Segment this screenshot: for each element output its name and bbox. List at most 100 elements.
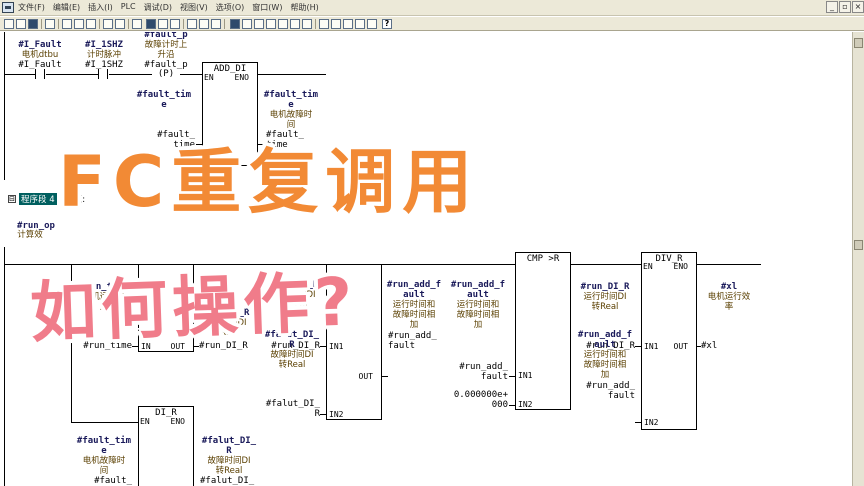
- param-comment: 故障时间相: [583, 360, 627, 370]
- menu-bar: 文件(F) 编辑(E) 插入(I) PLC 调试(D) 视图(V) 选项(O) …: [0, 0, 864, 16]
- coil-icon[interactable]: [290, 19, 300, 29]
- open-file-icon[interactable]: [16, 19, 26, 29]
- add-r-block[interactable]: IN1 OUT IN2: [326, 264, 382, 420]
- print-icon[interactable]: [45, 19, 55, 29]
- paste-icon[interactable]: [86, 19, 96, 29]
- rung-wire: [5, 74, 35, 75]
- rung-wire: [109, 74, 152, 75]
- zoom-in-icon[interactable]: [319, 19, 329, 29]
- param-comment: 转Real: [280, 300, 308, 310]
- box-icon[interactable]: [302, 19, 312, 29]
- scrollbar-thumb[interactable]: [854, 240, 863, 250]
- eno-pin: ENO: [170, 417, 185, 426]
- ladder-editor[interactable]: #I_Fault 电机dtbu #I_Fault #I_1SHZ 计时脉冲 #I…: [0, 32, 852, 486]
- param-comment: 间: [286, 120, 296, 130]
- undo-icon[interactable]: [103, 19, 113, 29]
- menu-plc[interactable]: PLC: [121, 2, 136, 13]
- param-address: fault: [607, 391, 635, 401]
- menu-help[interactable]: 帮助(H): [290, 2, 318, 13]
- menu-insert[interactable]: 插入(I): [88, 2, 113, 13]
- overview-icon[interactable]: [343, 19, 353, 29]
- toolbar-separator: [58, 19, 59, 29]
- app-icon[interactable]: [2, 2, 14, 13]
- param-comment: 运行时间和: [583, 350, 627, 360]
- toolbar-separator: [41, 19, 42, 29]
- di-r-block[interactable]: DI_R EN ENO: [138, 406, 194, 486]
- menu-window[interactable]: 窗口(W): [252, 2, 282, 13]
- contact-nc-icon[interactable]: [278, 19, 288, 29]
- div-r-block[interactable]: DIV_R EN ENO IN1 OUT IN2: [641, 252, 697, 430]
- scrollbar-thumb[interactable]: [854, 38, 863, 48]
- toolbar: ?: [0, 17, 864, 31]
- p-edge-coil[interactable]: (P): [158, 69, 174, 79]
- no-contact[interactable]: [35, 69, 45, 79]
- branch-wire: [71, 422, 139, 423]
- pin-wire: [320, 414, 326, 415]
- param-var: #fault_tim: [76, 436, 132, 446]
- menu-view[interactable]: 视图(V): [180, 2, 208, 13]
- menu-edit[interactable]: 编辑(E): [53, 2, 80, 13]
- download-icon[interactable]: [132, 19, 142, 29]
- fbd-view-icon[interactable]: [254, 19, 264, 29]
- symbol-icon[interactable]: [367, 19, 377, 29]
- en-pin: EN: [643, 262, 653, 271]
- network-comment: 计算效: [17, 230, 43, 240]
- menu-debug[interactable]: 调试(D): [144, 2, 172, 13]
- close-branch-icon[interactable]: [211, 19, 221, 29]
- branch-icon[interactable]: [199, 19, 209, 29]
- param-var: #fault_tim: [263, 90, 319, 100]
- collapse-icon[interactable]: ⊟: [8, 195, 16, 203]
- grid-icon[interactable]: [355, 19, 365, 29]
- rung-wire: [180, 74, 202, 75]
- en-pin: EN: [204, 73, 214, 82]
- rung-wire: [46, 74, 98, 75]
- menu-options[interactable]: 选项(O): [216, 2, 245, 13]
- stl-view-icon[interactable]: [242, 19, 252, 29]
- online-icon[interactable]: [158, 19, 168, 29]
- rung-wire: [258, 74, 326, 75]
- vertical-scrollbar[interactable]: [852, 32, 864, 486]
- in2-pin: IN2: [644, 418, 659, 427]
- in1-pin: IN1: [518, 371, 533, 380]
- new-file-icon[interactable]: [4, 19, 14, 29]
- add-di-block[interactable]: ADD_DI EN ENO: [202, 62, 258, 166]
- menu-file[interactable]: 文件(F): [18, 2, 45, 13]
- param-comment: 转Real: [215, 466, 243, 476]
- param-var: #run_DI_R: [269, 280, 319, 290]
- eno-pin: ENO: [234, 73, 249, 82]
- zoom-out-icon[interactable]: [331, 19, 341, 29]
- minimize-button[interactable]: _: [826, 1, 838, 13]
- monitor-icon[interactable]: [146, 19, 156, 29]
- param-comment: 转Real: [278, 360, 306, 370]
- network-title[interactable]: : 标题:: [60, 193, 85, 205]
- cmp-gt-r-block[interactable]: CMP >R IN1 IN2: [515, 252, 571, 410]
- no-contact[interactable]: [98, 69, 108, 79]
- cut-icon[interactable]: [62, 19, 72, 29]
- redo-icon[interactable]: [115, 19, 125, 29]
- pin-wire: [509, 405, 515, 406]
- param-var: R: [226, 446, 232, 456]
- in-pin: IN: [141, 342, 151, 351]
- param-address: #fault_: [94, 476, 132, 486]
- network-header[interactable]: ⊟ 程序段 4 : 标题:: [8, 193, 85, 205]
- en-pin: EN: [140, 417, 150, 426]
- ladder-view-icon[interactable]: [230, 19, 240, 29]
- copy-icon[interactable]: [74, 19, 84, 29]
- toolbar-separator: [315, 19, 316, 29]
- param-comment: 运行时间DI: [272, 290, 316, 300]
- param-comment: 加: [473, 320, 483, 330]
- param-address: #run_add_: [586, 381, 635, 391]
- restore-button[interactable]: ▫: [839, 1, 851, 13]
- param-var: #run_add_f: [450, 280, 506, 290]
- network-icon[interactable]: [187, 19, 197, 29]
- close-button[interactable]: ×: [852, 1, 864, 13]
- save-icon[interactable]: [28, 19, 38, 29]
- constant-value: 000: [491, 400, 508, 410]
- edge-comment: 故障计时上: [144, 40, 188, 50]
- contact-no-icon[interactable]: [266, 19, 276, 29]
- param-comment: 电机运动时: [82, 292, 126, 302]
- block-title: CMP >R: [526, 254, 560, 264]
- help-icon[interactable]: ?: [382, 19, 392, 29]
- compare-icon[interactable]: [170, 19, 180, 29]
- di-r-block[interactable]: IN OUT: [138, 264, 194, 352]
